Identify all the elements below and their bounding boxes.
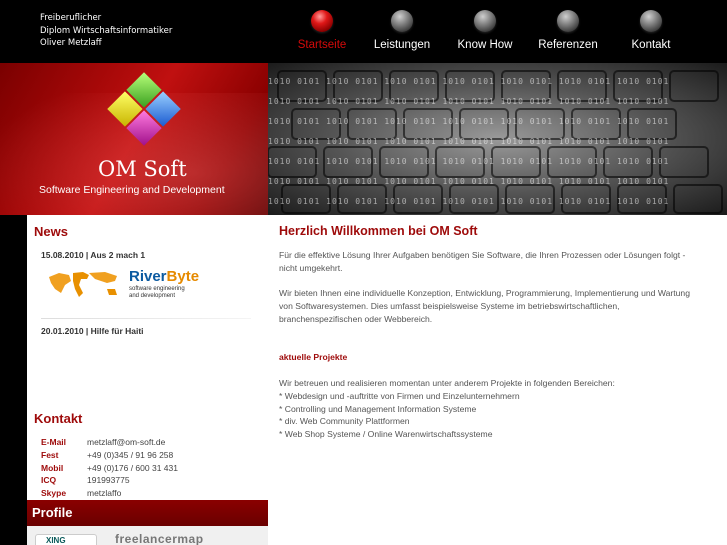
brand-panel: OM Soft Software Engineering and Develop… <box>0 63 268 215</box>
news-item-title[interactable]: 15.08.2010 | Aus 2 mach 1 <box>41 250 145 260</box>
binary-keyboard-image: 1010 0101 1010 0101 1010 0101 1010 0101 … <box>268 63 727 215</box>
profile-header: Profile <box>27 500 268 526</box>
riverbyte-subtitle: software engineering and development <box>129 286 185 300</box>
nav-label: Know How <box>457 39 513 51</box>
gray-ball-icon <box>391 10 413 32</box>
riverbyte-name: RiverByte <box>129 268 199 285</box>
nav-item-kontakt[interactable]: Kontakt <box>609 10 693 51</box>
riverbyte-logo[interactable]: RiverByte software engineering and devel… <box>45 265 225 305</box>
gray-ball-icon <box>474 10 496 32</box>
projects-list: Wir betreuen und realisieren momentan un… <box>279 377 699 441</box>
owner-line: Diplom Wirtschaftsinformatiker <box>40 25 173 36</box>
contact-row: Skype metzlaffo <box>41 487 178 500</box>
nav-label: Referenzen <box>538 39 598 51</box>
contact-key: E-Mail <box>41 437 67 447</box>
contact-key: Mobil <box>41 462 64 473</box>
riverbyte-sub-line: software engineering <box>129 286 185 292</box>
main-nav: Startseite Leistungen Know How Referenze… <box>280 10 720 60</box>
gray-ball-icon <box>640 10 662 32</box>
contact-row: E-Mail metzlaff@om-soft.de <box>41 436 178 449</box>
binary-text: 1010 0101 1010 0101 1010 0101 1010 0101 … <box>268 157 670 166</box>
header-banner: OM Soft Software Engineering and Develop… <box>0 63 727 215</box>
intro-paragraph: Für die effektive Lösung Ihrer Aufgaben … <box>279 250 686 273</box>
brand-name: OM Soft <box>98 157 187 181</box>
contact-key: ICQ <box>41 475 57 486</box>
contact-key: Fest <box>41 449 59 460</box>
page-title: Herzlich Willkommen bei OM Soft <box>279 224 478 238</box>
om-soft-logo-icon <box>107 72 181 146</box>
gray-ball-icon <box>557 10 579 32</box>
xing-label: XING <box>46 536 66 545</box>
riverbyte-name-accent: Byte <box>166 268 200 285</box>
contact-table: E-Mail metzlaff@om-soft.de Fest +49 (0)3… <box>41 436 178 500</box>
contact-email[interactable]: metzlaff@om-soft.de <box>87 436 165 449</box>
nav-item-leistungen[interactable]: Leistungen <box>360 10 444 51</box>
main-content: Herzlich Willkommen bei OM Soft Für die … <box>268 215 727 545</box>
owner-line: Freiberuflicher <box>40 13 102 23</box>
contact-row: ICQ 191993775 <box>41 474 178 487</box>
contact-value: 191993775 <box>87 475 130 486</box>
news-heading: News <box>34 224 68 239</box>
owner-line: Oliver Metzlaff <box>40 38 102 48</box>
nav-item-referenzen[interactable]: Referenzen <box>526 10 610 51</box>
xing-profile-link[interactable]: XING <box>35 534 97 545</box>
projects-heading: aktuelle Projekte <box>279 352 348 362</box>
binary-text: 1010 0101 1010 0101 1010 0101 1010 0101 … <box>268 197 670 206</box>
project-item: * Controlling und Management Information… <box>279 403 477 414</box>
binary-text: 1010 0101 1010 0101 1010 0101 1010 0101 … <box>268 137 670 146</box>
binary-text: 1010 0101 1010 0101 1010 0101 1010 0101 … <box>268 117 670 126</box>
projects-intro: Wir betreuen und realisieren momentan un… <box>279 378 615 388</box>
binary-text: 1010 0101 1010 0101 1010 0101 1010 0101 … <box>268 177 670 186</box>
nav-label: Startseite <box>297 39 347 51</box>
red-ball-icon <box>311 10 333 32</box>
contact-value: +49 (0)176 / 600 31 431 <box>87 462 178 473</box>
contact-value: +49 (0)345 / 91 96 258 <box>87 449 174 460</box>
project-item: * div. Web Community Plattformen <box>279 416 410 427</box>
freelancermap-profile-link[interactable]: freelancermap <box>115 532 204 545</box>
contact-value: metzlaffo <box>87 488 122 499</box>
binary-text: 1010 0101 1010 0101 1010 0101 1010 0101 … <box>268 97 670 106</box>
world-map-icon <box>49 272 117 297</box>
news-item-title[interactable]: 20.01.2010 | Hilfe für Haiti <box>41 326 144 336</box>
contact-row: Mobil +49 (0)176 / 600 31 431 <box>41 462 178 475</box>
nav-item-startseite[interactable]: Startseite <box>280 10 364 51</box>
profile-links: XING freelancermap <box>27 526 268 545</box>
project-item: * Web Shop Systeme / Online Warenwirtsch… <box>279 429 493 440</box>
services-paragraph: Wir bieten Ihnen eine individuelle Konze… <box>279 288 690 324</box>
contact-key: Skype <box>41 488 67 499</box>
contact-heading: Kontakt <box>34 411 83 426</box>
nav-item-know-how[interactable]: Know How <box>443 10 527 51</box>
sidebar: News 15.08.2010 | Aus 2 mach 1 RiverByte… <box>27 215 268 545</box>
profile-heading: Profile <box>32 505 73 520</box>
nav-label: Kontakt <box>631 39 671 51</box>
nav-label: Leistungen <box>373 39 431 51</box>
contact-row: Fest +49 (0)345 / 91 96 258 <box>41 449 178 462</box>
divider <box>41 318 251 319</box>
riverbyte-name-main: River <box>129 268 167 285</box>
project-item: * Webdesign und -auftritte von Firmen un… <box>279 390 520 401</box>
binary-text: 1010 0101 1010 0101 1010 0101 1010 0101 … <box>268 77 670 86</box>
owner-info: Freiberuflicher Diplom Wirtschaftsinform… <box>40 12 172 50</box>
brand-tagline: Software Engineering and Development <box>39 184 225 196</box>
riverbyte-sub-line: and development <box>129 293 176 299</box>
top-bar: Freiberuflicher Diplom Wirtschaftsinform… <box>0 0 727 63</box>
